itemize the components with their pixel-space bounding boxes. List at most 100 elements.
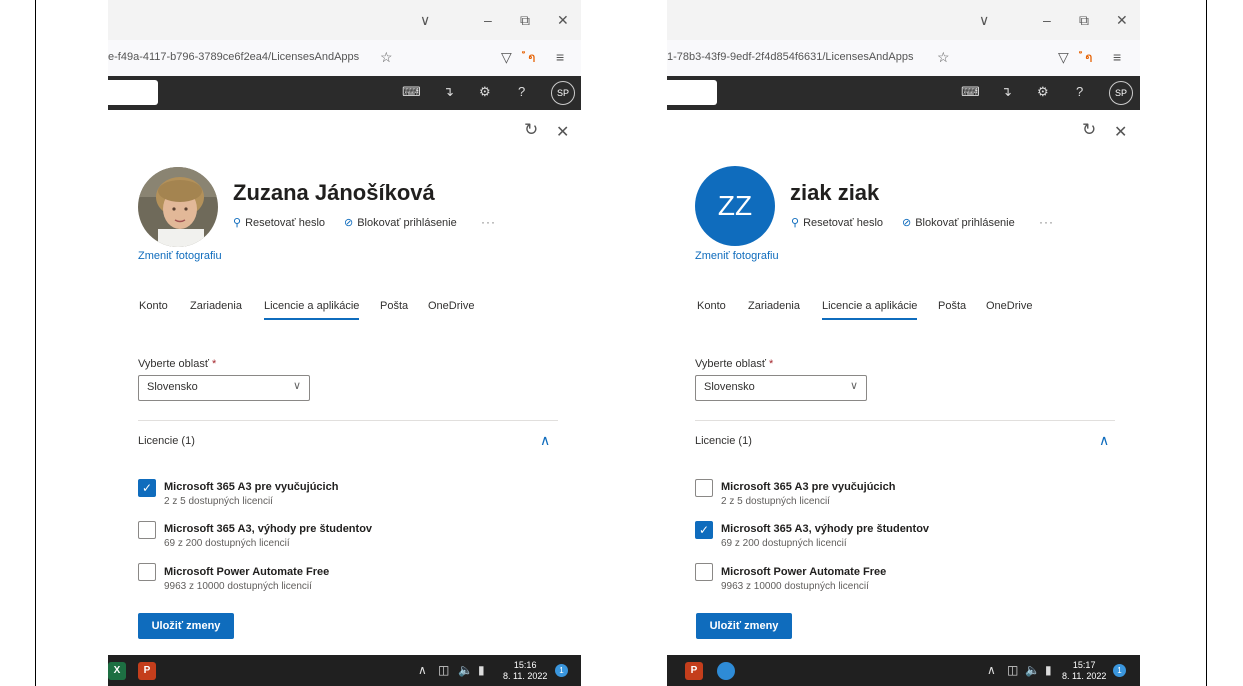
- minimize-button[interactable]: –: [1043, 12, 1051, 28]
- license-checkbox-1[interactable]: [695, 479, 713, 497]
- address-bar[interactable]: 1-78b3-43f9-9edf-2f4d854f6631/LicensesAn…: [667, 40, 1140, 77]
- license-checkbox-2[interactable]: [138, 521, 156, 539]
- battery-icon[interactable]: ▮: [478, 663, 485, 677]
- star-icon[interactable]: ☆: [937, 49, 950, 66]
- license-availability-3: 9963 z 10000 dostupných licencií: [164, 581, 312, 592]
- more-actions-button[interactable]: ···: [481, 215, 496, 229]
- settings-icon[interactable]: ⚙: [479, 84, 491, 100]
- notification-badge[interactable]: 1: [555, 664, 568, 677]
- tab-devices[interactable]: Zariadenia: [190, 300, 242, 312]
- change-photo-link[interactable]: Zmeniť fotografiu: [695, 250, 779, 262]
- notification-badge[interactable]: 1: [1113, 664, 1126, 677]
- region-dropdown[interactable]: Slovensko ∨: [138, 375, 310, 401]
- tab-mail[interactable]: Pošta: [380, 300, 408, 312]
- save-changes-button[interactable]: Uložiť zmeny: [696, 613, 792, 639]
- settings-icon[interactable]: ⚙: [1037, 84, 1049, 100]
- more-actions-button[interactable]: ···: [1039, 215, 1054, 229]
- screenshot-left: ∨ – ⧉ ✕ e-f49a-4117-b796-3789ce6f2ea4/Li…: [108, 0, 581, 686]
- clock[interactable]: 15:17 8. 11. 2022: [1062, 660, 1106, 682]
- rss-icon[interactable]: ຳ: [528, 49, 536, 66]
- pocket-icon[interactable]: ▽: [1058, 49, 1069, 66]
- menu-icon[interactable]: ≡: [556, 49, 564, 65]
- tray-up-arrow-icon[interactable]: ∧: [987, 663, 996, 677]
- search-box[interactable]: [667, 80, 717, 105]
- console-icon[interactable]: ⌨: [402, 84, 421, 100]
- url-text[interactable]: e-f49a-4117-b796-3789ce6f2ea4/LicensesAn…: [108, 51, 359, 63]
- close-panel-button[interactable]: ✕: [556, 122, 569, 142]
- tab-onedrive[interactable]: OneDrive: [428, 300, 474, 312]
- license-name-1: Microsoft 365 A3 pre vyučujúcich: [721, 481, 896, 493]
- whatsnew-icon[interactable]: ↴: [443, 84, 454, 100]
- tab-account[interactable]: Konto: [697, 300, 726, 312]
- block-signin-button[interactable]: ⊘ Blokovať prihlásenie: [344, 216, 457, 229]
- whatsnew-icon[interactable]: ↴: [1001, 84, 1012, 100]
- address-bar[interactable]: e-f49a-4117-b796-3789ce6f2ea4/LicensesAn…: [108, 40, 581, 77]
- help-icon[interactable]: ?: [1076, 84, 1083, 99]
- close-window-button[interactable]: ✕: [1116, 12, 1128, 29]
- license-name-2: Microsoft 365 A3, výhody pre študentov: [164, 523, 373, 535]
- change-photo-link[interactable]: Zmeniť fotografiu: [138, 250, 222, 262]
- photos-app-icon[interactable]: [717, 662, 735, 680]
- console-icon[interactable]: ⌨: [961, 84, 980, 100]
- pocket-icon[interactable]: ▽: [501, 49, 512, 66]
- license-name-3: Microsoft Power Automate Free: [721, 566, 887, 578]
- volume-icon[interactable]: 🔈: [458, 663, 473, 677]
- user-initials-avatar: ZZ: [695, 166, 775, 246]
- license-checkbox-1[interactable]: ✓: [138, 479, 156, 497]
- tab-licenses-and-apps[interactable]: Licencie a aplikácie: [822, 300, 917, 312]
- clock-date: 8. 11. 2022: [503, 671, 548, 681]
- refresh-icon[interactable]: ↻: [524, 120, 538, 140]
- account-avatar[interactable]: SP: [1109, 81, 1133, 105]
- refresh-icon[interactable]: ↻: [1082, 120, 1096, 140]
- tab-list-chevron-icon[interactable]: ∨: [420, 12, 430, 29]
- clock[interactable]: 15:16 8. 11. 2022: [503, 660, 547, 682]
- reset-password-button[interactable]: ⚲ Resetovať heslo: [791, 216, 883, 229]
- tray-up-arrow-icon[interactable]: ∧: [418, 663, 427, 677]
- restore-button[interactable]: ⧉: [520, 12, 530, 29]
- restore-button[interactable]: ⧉: [1079, 12, 1089, 29]
- m365-header: ⌨ ↴ ⚙ ? SP: [667, 76, 1140, 110]
- search-box[interactable]: [108, 80, 158, 105]
- taskbar: X P ∧ ◫ 🔈 ▮ 15:16 8. 11. 2022 1: [108, 655, 581, 686]
- save-changes-button[interactable]: Uložiť zmeny: [138, 613, 234, 639]
- star-icon[interactable]: ☆: [380, 49, 393, 66]
- section-divider: [138, 420, 558, 421]
- help-icon[interactable]: ?: [518, 84, 525, 99]
- license-checkbox-2[interactable]: ✓: [695, 521, 713, 539]
- chevron-up-icon[interactable]: ∧: [1099, 432, 1109, 449]
- block-signin-label: Blokovať prihlásenie: [915, 217, 1015, 229]
- right-border: [1206, 0, 1207, 686]
- block-signin-button[interactable]: ⊘ Blokovať prihlásenie: [902, 216, 1015, 229]
- excel-icon[interactable]: X: [108, 662, 126, 680]
- network-icon[interactable]: ◫: [438, 663, 449, 677]
- tab-mail[interactable]: Pošta: [938, 300, 966, 312]
- tab-licenses-and-apps[interactable]: Licencie a aplikácie: [264, 300, 359, 312]
- powerpoint-icon[interactable]: P: [138, 662, 156, 680]
- reset-password-button[interactable]: ⚲ Resetovať heslo: [233, 216, 325, 229]
- rss-icon[interactable]: ຳ: [1085, 49, 1093, 66]
- license-checkbox-3[interactable]: [695, 563, 713, 581]
- network-icon[interactable]: ◫: [1007, 663, 1018, 677]
- license-availability-2: 69 z 200 dostupných licencií: [164, 538, 290, 549]
- url-text[interactable]: 1-78b3-43f9-9edf-2f4d854f6631/LicensesAn…: [667, 51, 913, 63]
- powerpoint-icon[interactable]: P: [685, 662, 703, 680]
- volume-icon[interactable]: 🔈: [1025, 663, 1040, 677]
- menu-icon[interactable]: ≡: [1113, 49, 1121, 65]
- licenses-header[interactable]: Licencie (1): [138, 435, 195, 447]
- left-border: [35, 0, 36, 686]
- region-dropdown[interactable]: Slovensko ∨: [695, 375, 867, 401]
- tab-account[interactable]: Konto: [139, 300, 168, 312]
- licenses-header[interactable]: Licencie (1): [695, 435, 752, 447]
- tab-onedrive[interactable]: OneDrive: [986, 300, 1032, 312]
- browser-titlebar: ∨ – ⧉ ✕: [108, 0, 581, 40]
- taskbar: P ∧ ◫ 🔈 ▮ 15:17 8. 11. 2022 1: [667, 655, 1140, 686]
- tab-devices[interactable]: Zariadenia: [748, 300, 800, 312]
- account-avatar[interactable]: SP: [551, 81, 575, 105]
- battery-icon[interactable]: ▮: [1045, 663, 1052, 677]
- minimize-button[interactable]: –: [484, 12, 492, 28]
- tab-list-chevron-icon[interactable]: ∨: [979, 12, 989, 29]
- license-checkbox-3[interactable]: [138, 563, 156, 581]
- close-window-button[interactable]: ✕: [557, 12, 569, 29]
- close-panel-button[interactable]: ✕: [1114, 122, 1127, 142]
- chevron-up-icon[interactable]: ∧: [540, 432, 550, 449]
